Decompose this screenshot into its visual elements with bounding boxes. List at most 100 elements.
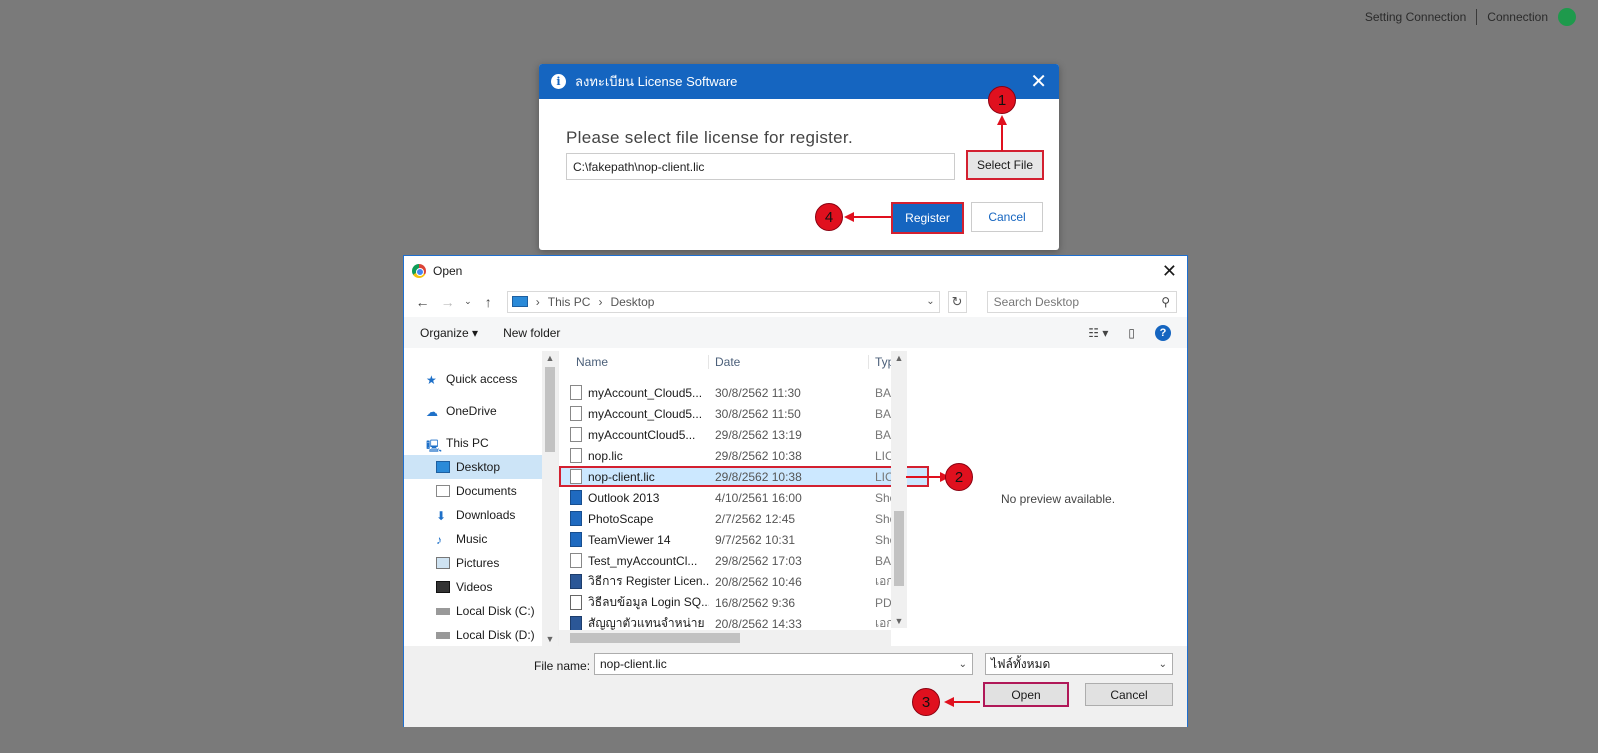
download-icon: ⬇ [436,509,447,523]
scroll-up-icon[interactable]: ▲ [891,353,907,363]
file-list-scrollbar[interactable]: ▲ ▼ [891,351,907,628]
register-button[interactable]: Register [891,202,964,234]
nav-item-pictures[interactable]: Pictures [404,551,558,575]
file-name-cell: myAccountCloud5... [559,427,709,442]
preview-message: No preview available. [1000,491,1116,506]
file-row[interactable]: myAccount_Cloud5... 30/8/2562 11:30 BA [559,382,929,403]
breadcrumb-this-pc[interactable]: This PC [548,295,591,309]
nav-item-this-pc[interactable]: 🖳 This PC [404,431,558,455]
modal-cancel-button[interactable]: Cancel [971,202,1043,232]
file-row[interactable]: TeamViewer 14 9/7/2562 10:31 Sho [559,529,929,550]
nav-scrollbar[interactable]: ▲ ▼ [542,351,558,646]
scrollbar-thumb[interactable] [570,633,740,643]
scroll-down-icon[interactable]: ▼ [891,616,907,626]
select-file-button[interactable]: Select File [966,150,1044,180]
file-type: Sho [875,511,891,526]
divider [1476,9,1478,25]
new-folder-button[interactable]: New folder [503,326,560,340]
up-arrow-icon[interactable]: ↑ [480,294,497,310]
step-arrowhead-3 [944,697,954,707]
cancel-button[interactable]: Cancel [1085,683,1173,706]
filename-value: nop-client.lic [600,657,667,671]
chevron-down-icon[interactable]: ⌄ [959,659,967,670]
nav-item-documents[interactable]: ​ Documents [404,479,558,503]
file-row[interactable]: วิธีการ Register Licen... 20/8/2562 10:46… [559,571,929,592]
license-modal: i ลงทะเบียน License Software ✕ Please se… [539,64,1059,250]
navigation-bar: ← → ⌄ ↑ › This PC › Desktop ⌄ ↻ Search D… [404,286,1187,317]
file-date: 29/8/2562 17:03 [715,553,802,568]
nav-label: Pictures [456,556,500,570]
file-date: 20/8/2562 10:46 [715,574,802,589]
step-badge-4: 4 [815,203,843,231]
chevron-down-icon[interactable]: ⌄ [926,296,934,307]
column-name[interactable]: Name [559,355,709,369]
filename-input[interactable]: nop-client.lic ⌄ [594,653,973,675]
file-row[interactable]: Test_myAccountCl... 29/8/2562 17:03 BA [559,550,929,571]
step-arrow-4 [853,216,891,218]
file-row[interactable]: myAccount_Cloud5... 30/8/2562 11:50 BA [559,403,929,424]
documents-icon: ​ [436,485,450,497]
chevron-down-icon[interactable]: ⌄ [1159,659,1167,670]
nav-item-local-disk-c[interactable]: Local Disk (C:) [404,599,558,623]
filetype-select[interactable]: ไฟล์ทั้งหมด ⌄ [985,653,1173,675]
shortcut-icon [570,511,582,526]
recent-locations-chevron-icon[interactable]: ⌄ [464,296,472,307]
dialog-footer: File name: nop-client.lic ⌄ ไฟล์ทั้งหมด … [404,646,1187,727]
breadcrumb-separator: › [598,294,603,309]
file-row[interactable]: PhotoScape 2/7/2562 12:45 Sho [559,508,929,529]
file-list-horizontal-scrollbar[interactable] [559,630,891,646]
open-button[interactable]: Open [983,682,1069,707]
view-options-icon[interactable]: ☷ ▾ [1088,326,1108,340]
nav-item-onedrive[interactable]: ☁ OneDrive [404,399,558,423]
file-name: nop-client.lic [588,469,655,484]
step-arrowhead-4 [844,212,854,222]
organize-menu[interactable]: Organize ▾ [420,326,478,340]
close-icon[interactable]: ✕ [1030,72,1047,92]
breadcrumb-desktop[interactable]: Desktop [610,295,654,309]
preview-pane-icon[interactable]: ▯ [1128,326,1135,340]
back-arrow-icon[interactable]: ← [414,294,431,310]
file-row[interactable]: nop.lic 29/8/2562 10:38 LIC [559,445,929,466]
scroll-down-icon[interactable]: ▼ [542,634,558,644]
nav-item-downloads[interactable]: ⬇ Downloads [404,503,558,527]
file-type: Sho [875,532,891,547]
nav-item-music[interactable]: ♪ Music [404,527,558,551]
file-name: วิธีลบข้อมูล Login SQ... [588,595,709,609]
search-input[interactable]: Search Desktop ⚲ [986,290,1177,313]
word-icon [570,574,582,589]
nav-item-desktop[interactable]: Desktop [404,455,558,479]
nav-item-quick-access[interactable]: ★ Quick access [404,367,558,391]
music-icon: ♪ [436,533,442,547]
file-icon [570,427,582,442]
file-type: BA [875,406,891,421]
file-row[interactable]: nop-client.lic 29/8/2562 10:38 LIC [559,466,929,487]
nav-item-local-disk-d[interactable]: Local Disk (D:) [404,623,558,646]
license-path-field[interactable]: C:\fakepath\nop-client.lic [566,153,955,180]
column-date[interactable]: Date [709,355,869,369]
file-row[interactable]: myAccountCloud5... 29/8/2562 13:19 BA [559,424,929,445]
file-name-cell: Outlook 2013 [559,490,709,505]
setting-connection-link[interactable]: Setting Connection [1365,10,1466,24]
address-bar[interactable]: › This PC › Desktop ⌄ [506,290,940,313]
file-date: 20/8/2562 14:33 [715,616,802,631]
dialog-titlebar: Open ✕ [404,256,1187,286]
file-date: 29/8/2562 10:38 [715,469,802,484]
refresh-icon[interactable]: ↻ [947,290,967,313]
step-badge-1: 1 [988,86,1016,114]
nav-item-videos[interactable]: Videos [404,575,558,599]
file-name-cell: nop-client.lic [559,469,709,484]
modal-header: i ลงทะเบียน License Software ✕ [539,64,1059,99]
file-date: 4/10/2561 16:00 [715,490,802,505]
forward-arrow-icon[interactable]: → [439,294,456,310]
scrollbar-thumb[interactable] [894,511,904,586]
close-icon[interactable]: ✕ [1162,261,1177,282]
file-name: PhotoScape [588,511,654,526]
file-name-cell: PhotoScape [559,511,709,526]
dialog-toolbar: Organize ▾ New folder ☷ ▾ ▯ ? [404,317,1187,348]
file-row[interactable]: วิธีลบข้อมูล Login SQ... 16/8/2562 9:36 PD [559,592,929,613]
file-row[interactable]: Outlook 2013 4/10/2561 16:00 Sho [559,487,929,508]
help-icon[interactable]: ? [1155,324,1171,341]
scrollbar-thumb[interactable] [545,367,555,452]
column-type[interactable]: Typ [869,355,891,369]
scroll-up-icon[interactable]: ▲ [542,353,558,363]
